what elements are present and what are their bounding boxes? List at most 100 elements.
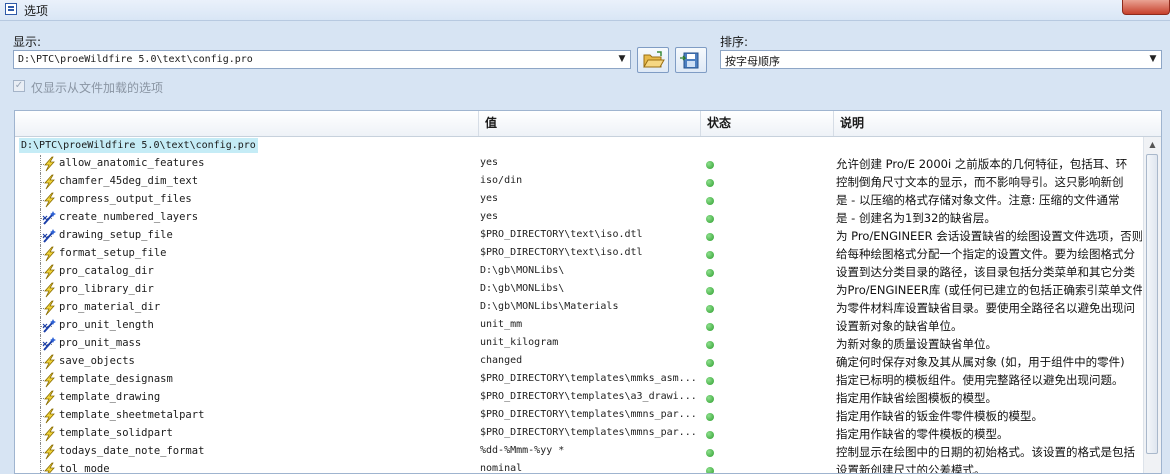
table-row[interactable]: allow_anatomic_features yes 允许创建 Pro/E 200… [15,155,1145,173]
option-description: 设置新创建尺寸的公差模式。 [836,463,986,474]
option-name: pro_unit_mass [59,337,142,349]
option-value[interactable]: $PRO_DIRECTORY\text\iso.dtl [480,229,698,240]
option-name: compress_output_files [59,193,192,205]
option-value[interactable]: $PRO_DIRECTORY\templates\mmks_asm... [480,373,698,384]
options-window-icon [5,3,17,15]
option-value[interactable]: iso/din [480,175,698,186]
status-indicator [706,251,714,259]
option-value[interactable]: unit_mm [480,319,698,330]
option-value[interactable]: yes [480,157,698,168]
save-file-icon [680,52,699,69]
open-file-button[interactable] [637,47,669,73]
display-file-value: D:\PTC\proeWildfire 5.0\text\config.pro [18,54,253,65]
lightning-icon [41,282,57,298]
table-row[interactable]: pro_library_dir D:\gb\MONLibs\ 为Pro/ENGINE… [15,281,1145,299]
option-name: template_sheetmetalpart [59,409,205,421]
vertical-scrollbar[interactable]: ▲ [1143,137,1161,473]
status-indicator [706,341,714,349]
options-tree-table[interactable]: 值 状态 说明 D:\PTC\proeWildfire 5.0\text\con… [14,110,1162,474]
option-name: create_numbered_layers [59,211,199,223]
lightning-icon [41,246,57,262]
save-file-button[interactable] [675,47,707,73]
status-indicator [706,215,714,223]
option-value[interactable]: $PRO_DIRECTORY\text\iso.dtl [480,247,698,258]
table-row[interactable]: pro_unit_length unit_mm 设置新对象的缺省单位。 [15,317,1145,335]
loaded-options-label: 仅显示从文件加载的选项 [31,81,164,95]
option-name: todays_date_note_format [59,445,205,457]
option-description: 给每种绘图格式分配一个指定的设置文件。要为绘图格式分 [836,247,1135,261]
window-title: 选项 [24,4,49,18]
table-row[interactable]: chamfer_45deg_dim_text iso/din 控制倒角尺寸文本的显示… [15,173,1145,191]
option-description: 设置新对象的缺省单位。 [836,319,963,333]
sort-label: 排序: [720,35,749,49]
column-header-value[interactable]: 值 [478,111,700,136]
scroll-up-icon[interactable]: ▲ [1144,137,1161,152]
option-value[interactable]: nominal [480,463,698,473]
column-header-status[interactable]: 状态 [700,111,833,136]
table-row[interactable]: template_designasm $PRO_DIRECTORY\templat… [15,371,1145,389]
table-row[interactable]: pro_material_dir D:\gb\MONLibs\Materials 为… [15,299,1145,317]
table-row[interactable]: pro_catalog_dir D:\gb\MONLibs\ 设置到达分类目录的路径… [15,263,1145,281]
option-description: 控制倒角尺寸文本的显示，而不影响导引。这只影响新创 [836,175,1124,189]
wand-icon [41,228,57,244]
table-row[interactable]: template_solidpart $PRO_DIRECTORY\templat… [15,425,1145,443]
table-row[interactable]: drawing_setup_file $PRO_DIRECTORY\text\is… [15,227,1145,245]
status-indicator [706,467,714,473]
option-name: save_objects [59,355,135,367]
status-indicator [706,359,714,367]
option-value[interactable]: D:\gb\MONLibs\ [480,283,698,294]
table-row[interactable]: format_setup_file $PRO_DIRECTORY\text\iso… [15,245,1145,263]
option-value[interactable]: D:\gb\MONLibs\Materials [480,301,698,312]
table-row[interactable]: todays_date_note_format %dd-%Mmm-%yy * 控制显… [15,443,1145,461]
close-button[interactable] [1122,0,1170,15]
lightning-icon [41,426,57,442]
table-row[interactable]: create_numbered_layers yes 是 - 创建名为1到32的缺省… [15,209,1145,227]
option-value[interactable]: unit_kilogram [480,337,698,348]
option-description: 是 - 以压缩的格式存储对象文件。注意: 压缩的文件通常 [836,193,1120,207]
option-name: allow_anatomic_features [59,157,205,169]
option-description: 指定用作缺省绘图模板的模型。 [836,391,997,405]
option-description: 为零件材料库设置缺省目录。要使用全路径名以避免出现问 [836,301,1135,315]
lightning-icon [41,444,57,460]
status-indicator [706,323,714,331]
option-value[interactable]: $PRO_DIRECTORY\templates\mmns_par... [480,409,698,420]
option-name: tol_mode [59,463,110,474]
lightning-icon [41,174,57,190]
status-indicator [706,413,714,421]
lightning-icon [41,300,57,316]
table-row[interactable]: template_drawing $PRO_DIRECTORY\templates… [15,389,1145,407]
option-value[interactable]: changed [480,355,698,366]
lightning-icon [41,390,57,406]
option-name: pro_material_dir [59,301,161,313]
table-row[interactable]: template_sheetmetalpart $PRO_DIRECTORY\te… [15,407,1145,425]
option-value[interactable]: D:\gb\MONLibs\ [480,265,698,276]
option-value[interactable]: yes [480,211,698,222]
status-indicator [706,305,714,313]
config-file-node[interactable]: D:\PTC\proeWildfire 5.0\text\config.pro [19,138,258,153]
table-row[interactable]: pro_unit_mass unit_kilogram 为新对象的质量设置缺省单位。 [15,335,1145,353]
column-header-description[interactable]: 说明 [833,111,1161,136]
chevron-down-icon: ▼ [618,54,626,64]
table-row[interactable]: compress_output_files yes 是 - 以压缩的格式存储对象文件… [15,191,1145,209]
display-file-select[interactable]: D:\PTC\proeWildfire 5.0\text\config.pro … [13,50,631,69]
scrollbar-thumb[interactable] [1146,154,1158,454]
option-value[interactable]: $PRO_DIRECTORY\templates\mmns_par... [480,427,698,438]
option-value[interactable]: $PRO_DIRECTORY\templates\a3_drawi... [480,391,698,402]
option-description: 为 Pro/ENGINEER 会话设置缺省的绘图设置文件选项，否则 [836,229,1142,243]
table-row[interactable]: save_objects changed 确定何时保存对象及其从属对象 (如，用于组… [15,353,1145,371]
sort-select[interactable]: 按字母顺序 ▼ [720,50,1162,69]
option-description: 确定何时保存对象及其从属对象 (如，用于组件中的零件) [836,355,1125,369]
status-indicator [706,395,714,403]
table-header: 值 状态 说明 [15,111,1161,137]
table-row[interactable]: tol_mode nominal 设置新创建尺寸的公差模式。 [15,461,1145,474]
option-value[interactable]: %dd-%Mmm-%yy * [480,445,698,456]
wand-icon [41,210,57,226]
loaded-options-checkbox[interactable]: ✓ [13,80,25,92]
status-indicator [706,197,714,205]
option-name: template_drawing [59,391,161,403]
lightning-icon [41,264,57,280]
option-name: drawing_setup_file [59,229,173,241]
option-value[interactable]: yes [480,193,698,204]
title-bar: 选项 [0,0,1170,21]
option-description: 设置到达分类目录的路径，该目录包括分类菜单和其它分类 [836,265,1135,279]
